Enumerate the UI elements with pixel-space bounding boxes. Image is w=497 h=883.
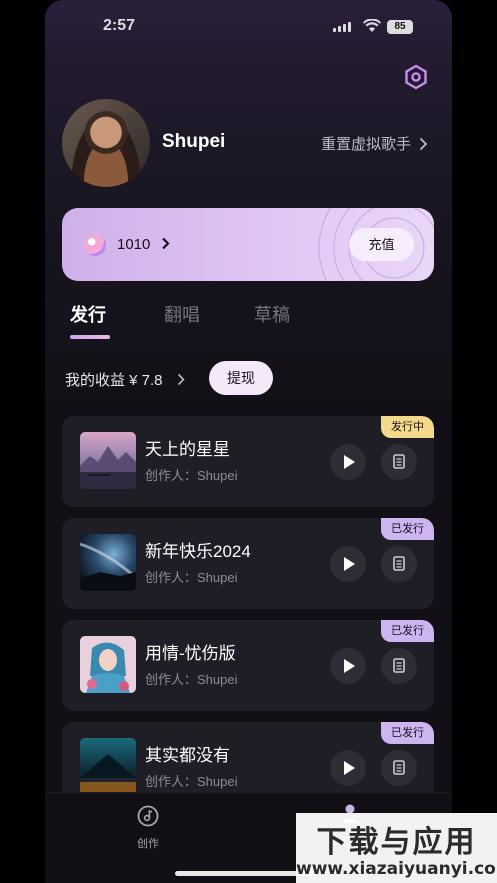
coin-balance[interactable]: 1010 bbox=[117, 236, 150, 253]
lyrics-icon[interactable] bbox=[381, 648, 417, 684]
earnings-link[interactable]: 我的收益 ¥ 7.8 bbox=[65, 369, 186, 390]
play-icon[interactable] bbox=[330, 444, 366, 480]
wallet-card: 1010 充值 bbox=[62, 208, 434, 281]
play-icon[interactable] bbox=[330, 546, 366, 582]
watermark-url: www.xiazaiyuanyi.com bbox=[296, 859, 497, 879]
app-screen: 2:57 85 Shupei 重置虚拟歌手 1010 充值 发行 翻唱 草稿 我… bbox=[45, 0, 452, 883]
nav-create[interactable]: 创作 bbox=[135, 805, 161, 851]
song-creator: 创作人：Shupei bbox=[145, 468, 238, 483]
chevron-right-icon[interactable] bbox=[161, 237, 170, 250]
battery-indicator: 85 bbox=[387, 20, 413, 34]
settings-icon[interactable] bbox=[403, 64, 429, 90]
status-bar: 2:57 85 bbox=[45, 14, 452, 38]
status-badge: 已发行 bbox=[381, 722, 434, 744]
music-coin-icon bbox=[84, 234, 106, 256]
watermark-title: 下载与应用 bbox=[316, 825, 477, 860]
recharge-button[interactable]: 充值 bbox=[349, 228, 414, 261]
chevron-right-icon bbox=[419, 137, 428, 150]
music-disc-icon bbox=[137, 805, 159, 827]
active-tab-indicator bbox=[70, 335, 110, 339]
status-badge: 已发行 bbox=[381, 518, 434, 540]
lyrics-icon[interactable] bbox=[381, 546, 417, 582]
username: Shupei bbox=[162, 131, 226, 152]
song-card[interactable]: 新年快乐2024 创作人：Shupei 已发行 bbox=[62, 518, 434, 609]
lyrics-icon[interactable] bbox=[381, 750, 417, 786]
clock: 2:57 bbox=[103, 17, 136, 34]
song-title: 新年快乐2024 bbox=[145, 542, 251, 561]
wifi-icon bbox=[363, 19, 381, 32]
song-creator: 创作人：Shupei bbox=[145, 672, 238, 687]
status-badge: 已发行 bbox=[381, 620, 434, 642]
reset-singer-link[interactable]: 重置虚拟歌手 bbox=[321, 133, 428, 154]
home-indicator bbox=[175, 871, 315, 876]
song-cover-image bbox=[80, 738, 136, 795]
song-cover-image bbox=[80, 432, 136, 489]
lyrics-icon[interactable] bbox=[381, 444, 417, 480]
nav-create-label: 创作 bbox=[137, 838, 159, 850]
song-cover-image bbox=[80, 534, 136, 591]
chevron-right-icon bbox=[177, 373, 185, 386]
earnings-label: 我的收益 ¥ 7.8 bbox=[65, 372, 163, 389]
withdraw-button[interactable]: 提现 bbox=[209, 361, 273, 395]
song-creator: 创作人：Shupei bbox=[145, 774, 238, 789]
avatar[interactable] bbox=[62, 99, 150, 187]
tab-release[interactable]: 发行 bbox=[70, 301, 106, 327]
watermark: 下载与应用 www.xiazaiyuanyi.com bbox=[296, 813, 497, 883]
song-card[interactable]: 用情-忧伤版 创作人：Shupei 已发行 bbox=[62, 620, 434, 711]
song-title: 其实都没有 bbox=[145, 746, 230, 765]
reset-singer-label: 重置虚拟歌手 bbox=[321, 136, 412, 153]
cellular-signal-icon bbox=[333, 22, 351, 32]
play-icon[interactable] bbox=[330, 750, 366, 786]
tab-drafts[interactable]: 草稿 bbox=[254, 301, 290, 327]
song-card[interactable]: 天上的星星 创作人：Shupei 发行中 bbox=[62, 416, 434, 507]
song-title: 用情-忧伤版 bbox=[145, 644, 236, 663]
tab-cover[interactable]: 翻唱 bbox=[164, 301, 200, 327]
play-icon[interactable] bbox=[330, 648, 366, 684]
song-creator: 创作人：Shupei bbox=[145, 570, 238, 585]
status-badge: 发行中 bbox=[381, 416, 434, 438]
song-title: 天上的星星 bbox=[145, 440, 230, 459]
song-cover-image bbox=[80, 636, 136, 693]
